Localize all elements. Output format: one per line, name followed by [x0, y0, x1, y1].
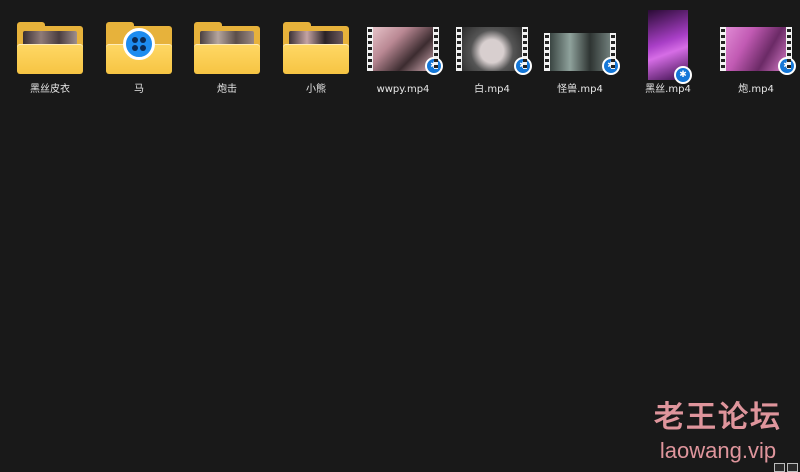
video-item[interactable]: ✱ wwpy.mp4 — [361, 8, 445, 96]
video-film-icon: ✱ — [544, 33, 620, 75]
video-thumb: ✱ — [361, 8, 445, 82]
video-thumb: ✱ — [538, 8, 622, 82]
folder-thumb — [97, 8, 181, 82]
video-thumbnail-icon: ✱ — [648, 10, 692, 84]
video-film-icon: ✱ — [456, 27, 532, 75]
player-badge-icon: ✱ — [514, 57, 532, 75]
folder-icon — [17, 22, 83, 74]
details-view-icon[interactable] — [774, 463, 785, 472]
video-item[interactable]: ✱ 怪兽.mp4 — [538, 8, 622, 96]
video-item[interactable]: ✱ 炮.mp4 — [714, 8, 798, 96]
video-item[interactable]: ✱ 白.mp4 — [450, 8, 534, 96]
video-thumb: ✱ — [626, 8, 710, 84]
folder-thumb — [274, 8, 358, 82]
file-name: 炮.mp4 — [738, 84, 774, 95]
folder-icon — [106, 22, 172, 74]
video-item[interactable]: ✱ 黑丝.mp4 — [626, 8, 710, 96]
file-name: 马 — [134, 84, 144, 95]
player-badge-icon: ✱ — [674, 66, 692, 84]
file-name: wwpy.mp4 — [376, 84, 430, 95]
folder-thumb — [8, 8, 92, 82]
file-name: 小熊 — [306, 84, 326, 95]
video-thumb: ✱ — [714, 8, 798, 82]
player-badge-icon: ✱ — [602, 57, 620, 75]
folder-thumb — [185, 8, 269, 82]
watermark: 老王论坛 laowang.vip — [654, 392, 782, 464]
folder-item[interactable]: 炮击 — [185, 8, 269, 96]
folder-icon — [194, 22, 260, 74]
view-toggle[interactable] — [774, 463, 798, 472]
media-app-icon — [123, 28, 155, 60]
folder-item[interactable]: 黑丝皮衣 — [8, 8, 92, 96]
file-name: 炮击 — [217, 84, 237, 95]
watermark-title: 老王论坛 — [654, 400, 782, 435]
watermark-url: laowang.vip — [659, 438, 777, 463]
video-film-icon: ✱ — [720, 27, 796, 75]
player-badge-icon: ✱ — [425, 57, 443, 75]
file-name: 怪兽.mp4 — [557, 84, 603, 95]
file-name: 白.mp4 — [474, 84, 510, 95]
video-thumb: ✱ — [450, 8, 534, 82]
folder-item[interactable]: 马 — [97, 8, 181, 96]
file-name: 黑丝.mp4 — [645, 84, 691, 95]
folder-icon — [283, 22, 349, 74]
player-badge-icon: ✱ — [778, 57, 796, 75]
folder-item[interactable]: 小熊 — [274, 8, 358, 96]
video-film-icon: ✱ — [367, 27, 443, 75]
thumbnail-view-icon[interactable] — [787, 463, 798, 472]
file-view: 黑丝皮衣 马 炮击 小熊 ✱ wwpy.mp4 ✱ 白.mp4 ✱ 怪兽.mp4… — [0, 0, 800, 472]
file-name: 黑丝皮衣 — [30, 84, 70, 95]
